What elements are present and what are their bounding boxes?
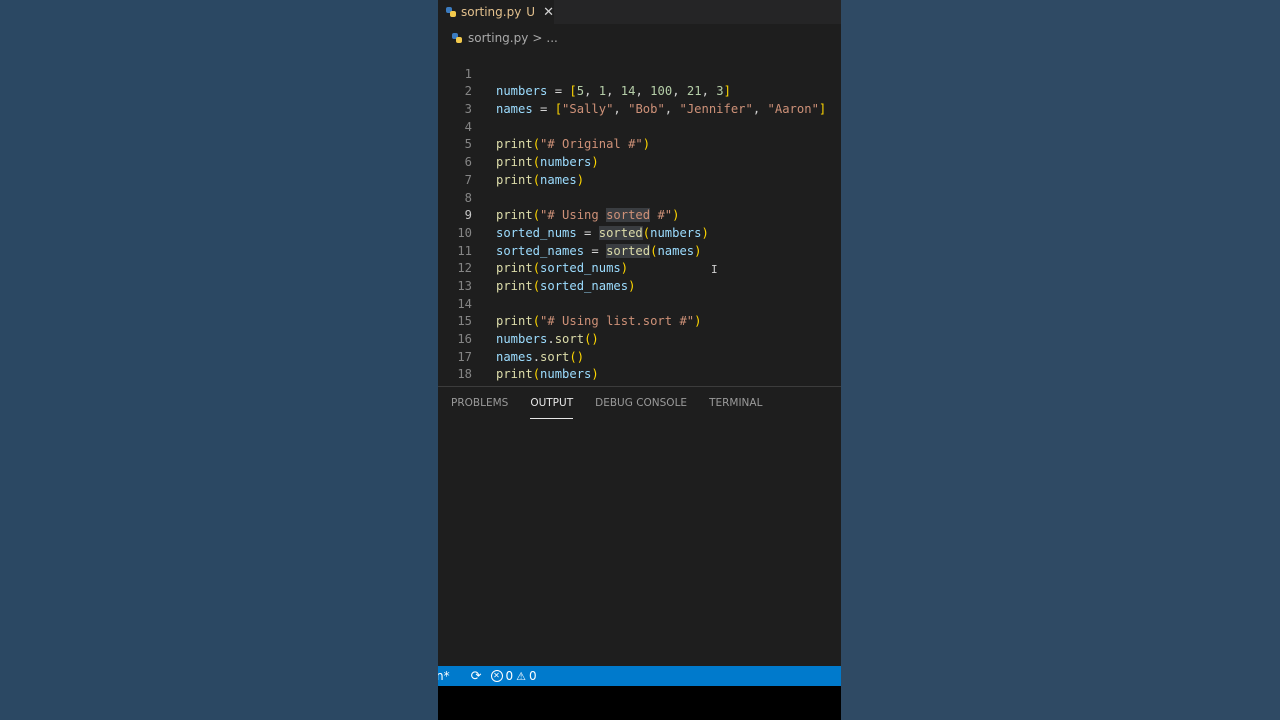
background-left	[0, 0, 438, 720]
tab-title: sorting.py	[460, 5, 522, 19]
error-count: 0	[505, 669, 514, 683]
tab-sorting-py[interactable]: sorting.py U ✕	[438, 0, 554, 24]
code-line: 18 print(names)	[438, 349, 841, 399]
editor-tab-bar: sorting.py U ✕	[438, 0, 841, 24]
code-line: 17 print(numbers)	[438, 331, 841, 382]
code-line: 6 print(names)	[438, 136, 841, 187]
code-line-active: 9 sorted_nums = sorted(numbers)	[438, 190, 841, 240]
tab-output[interactable]: OUTPUT	[530, 397, 573, 419]
code-line: 14 print("# Using list.sort #")	[438, 278, 841, 329]
branch-indicator[interactable]: n*	[438, 669, 450, 683]
text-cursor-icon: I	[711, 263, 718, 276]
background-right	[841, 0, 1280, 720]
code-line: 4 print("# Original #")	[438, 101, 841, 152]
breadcrumb-symbols[interactable]: ...	[546, 31, 557, 45]
code-line: 12 print(sorted_names)	[438, 243, 841, 293]
code-line: 1 numbers = [5, 1, 14, 100, 21, 3]	[438, 48, 841, 99]
breadcrumb-file[interactable]: sorting.py	[468, 31, 528, 45]
sync-icon[interactable]: ⟳	[471, 669, 482, 684]
panel-tab-bar: PROBLEMS OUTPUT DEBUG CONSOLE TERMINAL	[438, 387, 841, 421]
code-line: 15 numbers.sort()	[438, 296, 841, 346]
python-file-icon	[452, 33, 462, 43]
tab-terminal[interactable]: TERMINAL	[709, 397, 762, 411]
warning-count: 0	[529, 669, 537, 683]
tab-problems[interactable]: PROBLEMS	[451, 397, 508, 411]
chevron-right-icon: >	[532, 31, 543, 45]
code-line: 7	[438, 154, 841, 187]
tab-debug-console[interactable]: DEBUG CONSOLE	[595, 397, 687, 411]
code-line: 2 names = ["Sally", "Bob", "Jennifer", "…	[438, 66, 841, 116]
code-line: 10 sorted_names = sorted(names)	[438, 207, 841, 258]
close-icon[interactable]: ✕	[543, 5, 554, 20]
problems-indicator[interactable]: ✕ 0 ⚠ 0	[490, 669, 537, 683]
warning-icon: ⚠	[516, 669, 527, 683]
error-icon: ✕	[490, 670, 503, 682]
untracked-badge: U	[526, 5, 536, 19]
code-editor-window: sorting.py U ✕ sorting.py > ... 1 number…	[438, 0, 841, 720]
bottom-panel: PROBLEMS OUTPUT DEBUG CONSOLE TERMINAL	[438, 386, 841, 667]
code-line: 16 names.sort()	[438, 313, 841, 364]
code-line: 13	[438, 260, 841, 293]
breadcrumb: sorting.py > ...	[438, 27, 841, 49]
python-file-icon	[446, 7, 456, 17]
code-line: 19	[438, 366, 841, 399]
code-line: 3	[438, 83, 841, 116]
status-bar: n* ⟳ ✕ 0 ⚠ 0	[438, 666, 841, 686]
code-area[interactable]: 1 numbers = [5, 1, 14, 100, 21, 3] 2 nam…	[438, 48, 841, 399]
code-line: 8 print("# Using sorted #")	[438, 172, 841, 223]
code-line: 11 print(sorted_nums)	[438, 225, 841, 276]
bottom-black-area	[438, 686, 841, 720]
code-line: 5 print(numbers)	[438, 119, 841, 169]
